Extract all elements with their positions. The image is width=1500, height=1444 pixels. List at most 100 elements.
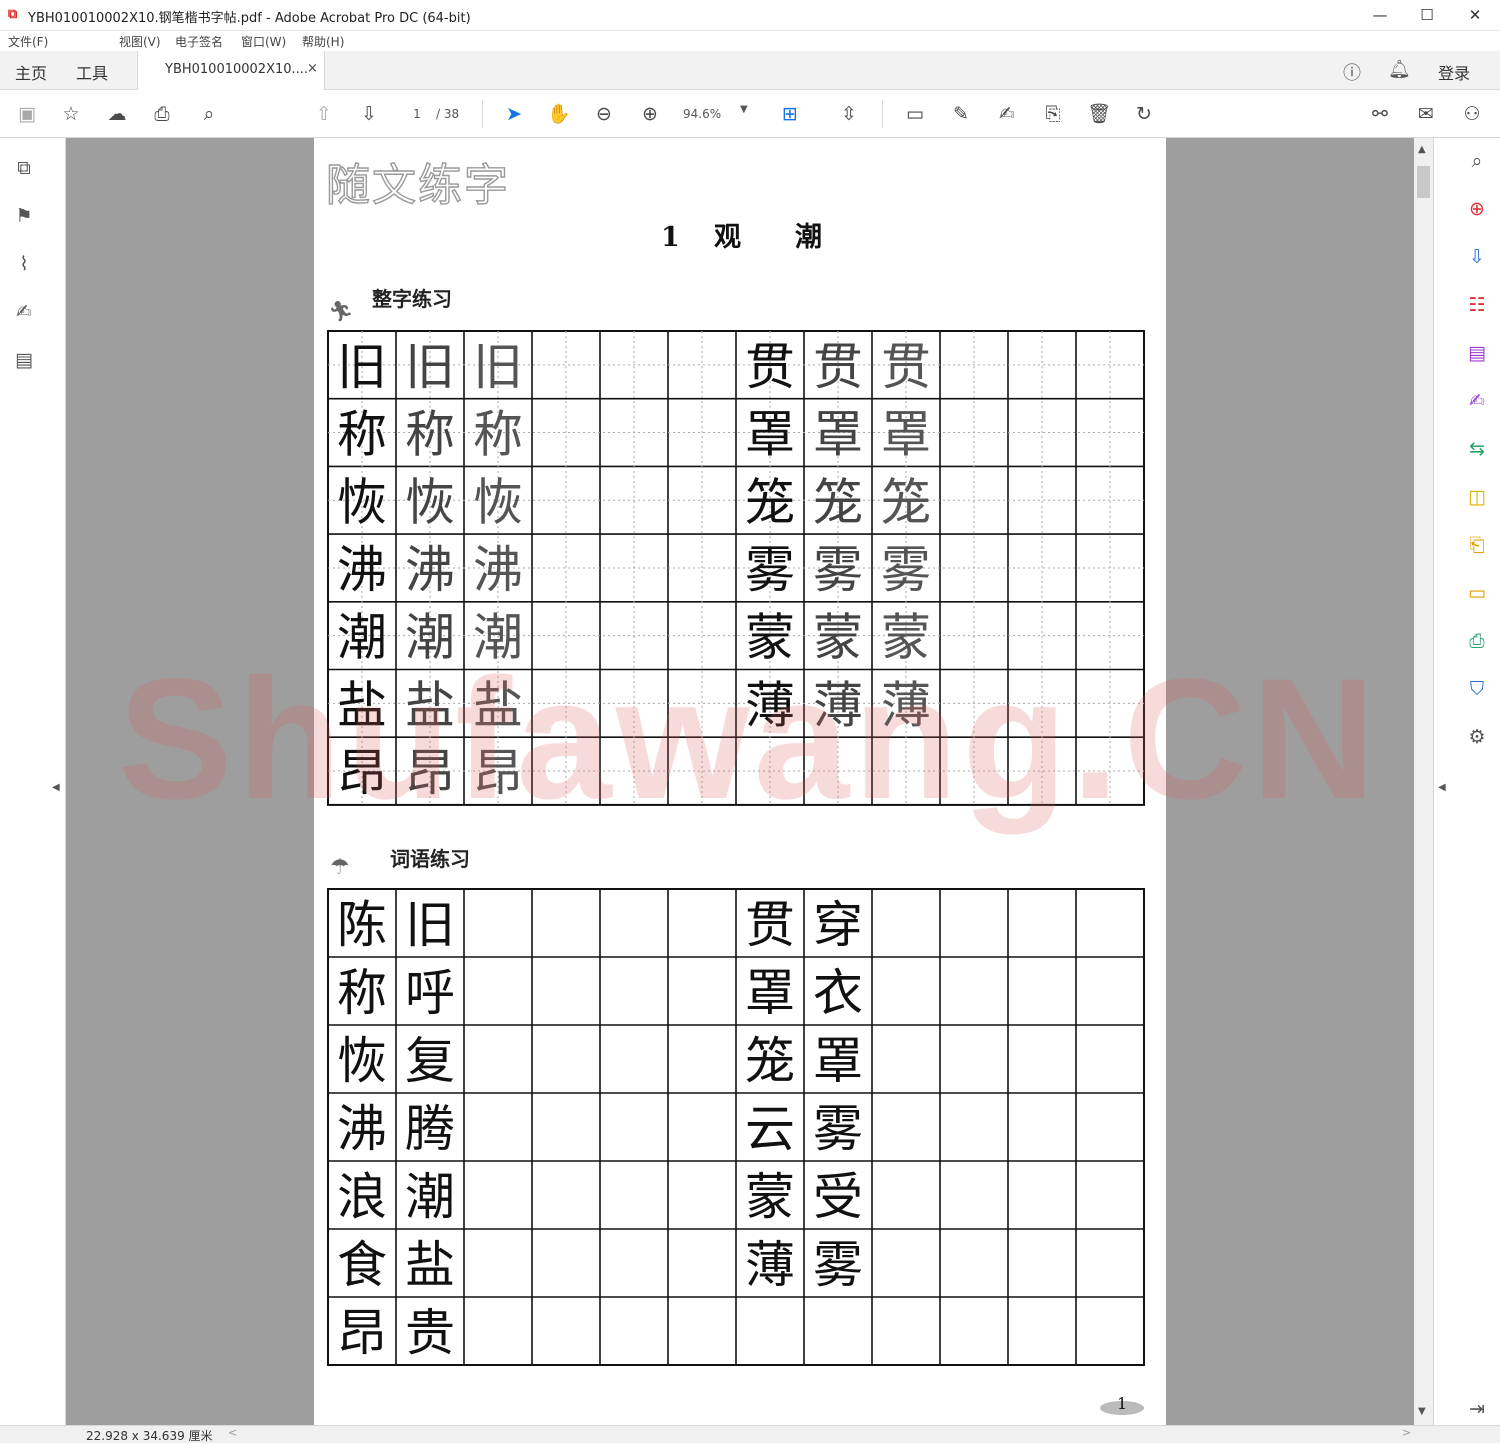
header-logo: 随文练字: [326, 160, 510, 211]
menu-window[interactable]: 窗口(W): [241, 33, 286, 50]
practice-character: 旧: [405, 896, 455, 954]
bookmark-star-icon[interactable]: ☆: [58, 101, 84, 127]
practice-character: 潮: [473, 609, 523, 667]
close-tab-button[interactable]: ×: [307, 61, 318, 76]
page-thumbnails-icon[interactable]: ⧉: [12, 156, 36, 180]
scroll-up-icon[interactable]: ▲: [1418, 144, 1426, 155]
tab-tools[interactable]: 工具: [76, 60, 108, 84]
practice-character: 恢: [473, 473, 523, 531]
vertical-scrollbar[interactable]: ▲ ▼: [1414, 138, 1433, 1425]
menu-help[interactable]: 帮助(H): [302, 33, 344, 50]
practice-character: 潮: [405, 609, 455, 667]
expand-panel-icon[interactable]: ⇥: [1464, 1396, 1490, 1422]
scroll-down-icon[interactable]: ▼: [1418, 1406, 1426, 1417]
practice-character: 呼: [405, 964, 455, 1022]
toolbar: ▣ ☆ ☁ ⎙ ⌕ ⇧ ⇩ 1 / 38 ➤ ✋ ⊖ ⊕ 94.6% ▼ ⊞ ⇳…: [0, 90, 1500, 138]
tab-document[interactable]: YBH010010002X10.... ×: [137, 51, 325, 90]
comment-tool-icon[interactable]: ▭: [1464, 580, 1490, 606]
menu-esign[interactable]: 电子签名: [175, 33, 223, 50]
zoom-in-icon[interactable]: ⊕: [637, 101, 663, 127]
page-number-input[interactable]: 1: [400, 102, 434, 126]
left-navigation-panel: ⧉ ⚑ ⌇ ✍ ▤ ◀: [0, 138, 66, 1425]
help-icon[interactable]: ⓘ: [1343, 59, 1361, 85]
previous-page-icon[interactable]: ⇧: [311, 101, 337, 127]
page-fit-icon[interactable]: ⊞: [777, 101, 803, 127]
search-tool-icon[interactable]: ⌕: [1464, 148, 1490, 174]
page-number: 1: [1117, 1394, 1127, 1413]
practice-character: 贯: [881, 338, 931, 396]
cloud-upload-icon[interactable]: ☁: [104, 101, 130, 127]
combine-files-icon[interactable]: ⎗: [1464, 532, 1490, 558]
tab-home[interactable]: 主页: [15, 60, 47, 84]
highlight-pen-icon[interactable]: ✎: [948, 101, 974, 127]
create-pdf-icon[interactable]: ⊕: [1464, 196, 1490, 222]
signatures-icon[interactable]: ✍: [12, 300, 36, 324]
collapse-left-panel-icon[interactable]: ◀: [52, 782, 60, 793]
search-zoom-icon[interactable]: ⌕: [196, 101, 222, 127]
print-production-icon[interactable]: ⎙: [1464, 628, 1490, 654]
practice-character: 穿: [813, 896, 863, 954]
practice-character: 贯: [813, 338, 863, 396]
close-window-button[interactable]: ✕: [1451, 0, 1499, 31]
edit-pdf-icon[interactable]: ▤: [1464, 340, 1490, 366]
practice-character: 蒙: [745, 1168, 795, 1226]
comment-icon[interactable]: ▭: [902, 101, 928, 127]
practice-character: 雾: [813, 1236, 863, 1294]
practice-character: 盐: [337, 676, 387, 734]
menu-file[interactable]: 文件(F): [8, 33, 48, 50]
scroll-mode-icon[interactable]: ⇳: [836, 101, 862, 127]
tab-bar: 主页 工具 YBH010010002X10.... × ⓘ 🔔︎ 登录: [0, 51, 1500, 90]
stamp-icon[interactable]: ⎘: [1040, 101, 1066, 127]
scroll-right-icon[interactable]: >: [1402, 1426, 1411, 1439]
add-user-icon[interactable]: ⚇: [1459, 101, 1485, 127]
practice-character: 称: [337, 964, 387, 1022]
export-pdf-icon[interactable]: ⇩: [1464, 244, 1490, 270]
maximize-button[interactable]: ☐: [1403, 0, 1451, 31]
protect-shield-icon[interactable]: ⛉: [1464, 676, 1490, 702]
hand-tool-icon[interactable]: ✋: [546, 101, 572, 127]
document-icon[interactable]: ▤: [12, 348, 36, 372]
scroll-thumb[interactable]: [1417, 166, 1430, 198]
more-tools-icon[interactable]: ⚙: [1464, 724, 1490, 750]
rotate-icon[interactable]: ↻: [1131, 101, 1157, 127]
practice-character: 陈: [337, 896, 387, 954]
status-bar: 22.928 x 34.639 厘米 < >: [0, 1425, 1500, 1443]
section2-title: 词语练习: [390, 847, 470, 871]
page-content: 随文练字 1 观 潮 🏃︎ 整字练习 ☂ 词语练习 旧旧旧称称称恢恢恢沸沸沸潮潮…: [325, 159, 1145, 1415]
menu-view[interactable]: 视图(V): [119, 33, 161, 50]
notification-bell-icon[interactable]: 🔔︎: [1388, 59, 1411, 80]
minimize-button[interactable]: —: [1356, 0, 1404, 31]
email-icon[interactable]: ✉: [1413, 101, 1439, 127]
zoom-out-icon[interactable]: ⊖: [591, 101, 617, 127]
scroll-left-icon[interactable]: <: [228, 1426, 237, 1439]
compare-files-icon[interactable]: ◫: [1464, 484, 1490, 510]
send-for-review-icon[interactable]: ⇆: [1464, 436, 1490, 462]
share-link-icon[interactable]: ⚯: [1367, 101, 1393, 127]
save-icon[interactable]: ▣: [14, 101, 40, 127]
fill-sign-icon[interactable]: ✍: [1464, 388, 1490, 414]
menu-bar: 文件(F) 视图(V) 电子签名 窗口(W) 帮助(H): [0, 31, 1500, 51]
draw-sign-icon[interactable]: ✍: [994, 101, 1020, 127]
next-page-icon[interactable]: ⇩: [356, 101, 382, 127]
practice-character: 食: [337, 1236, 387, 1294]
bookmarks-icon[interactable]: ⚑: [12, 204, 36, 228]
practice-character: 受: [813, 1168, 863, 1226]
practice-character: 潮: [337, 609, 387, 667]
practice-character: 沸: [405, 541, 455, 599]
login-button[interactable]: 登录: [1438, 60, 1470, 84]
delete-icon[interactable]: 🗑︎: [1086, 101, 1112, 127]
zoom-dropdown-icon[interactable]: ▼: [740, 104, 748, 115]
practice-character: 盐: [473, 676, 523, 734]
collapse-right-panel-icon[interactable]: ◀: [1438, 782, 1446, 793]
runner-icon: 🏃︎: [328, 299, 353, 323]
practice-character: 罩: [745, 406, 795, 464]
practice-character: 雾: [881, 541, 931, 599]
practice-character: 浪: [337, 1168, 387, 1226]
print-icon[interactable]: ⎙: [149, 101, 175, 127]
practice-character: 称: [405, 406, 455, 464]
organize-pages-icon[interactable]: ☷: [1464, 292, 1490, 318]
attachments-paperclip-icon[interactable]: ⌇: [12, 252, 36, 276]
select-cursor-icon[interactable]: ➤: [501, 101, 527, 127]
page-dimensions: 22.928 x 34.639 厘米: [86, 1429, 213, 1443]
zoom-level[interactable]: 94.6%: [683, 107, 721, 121]
